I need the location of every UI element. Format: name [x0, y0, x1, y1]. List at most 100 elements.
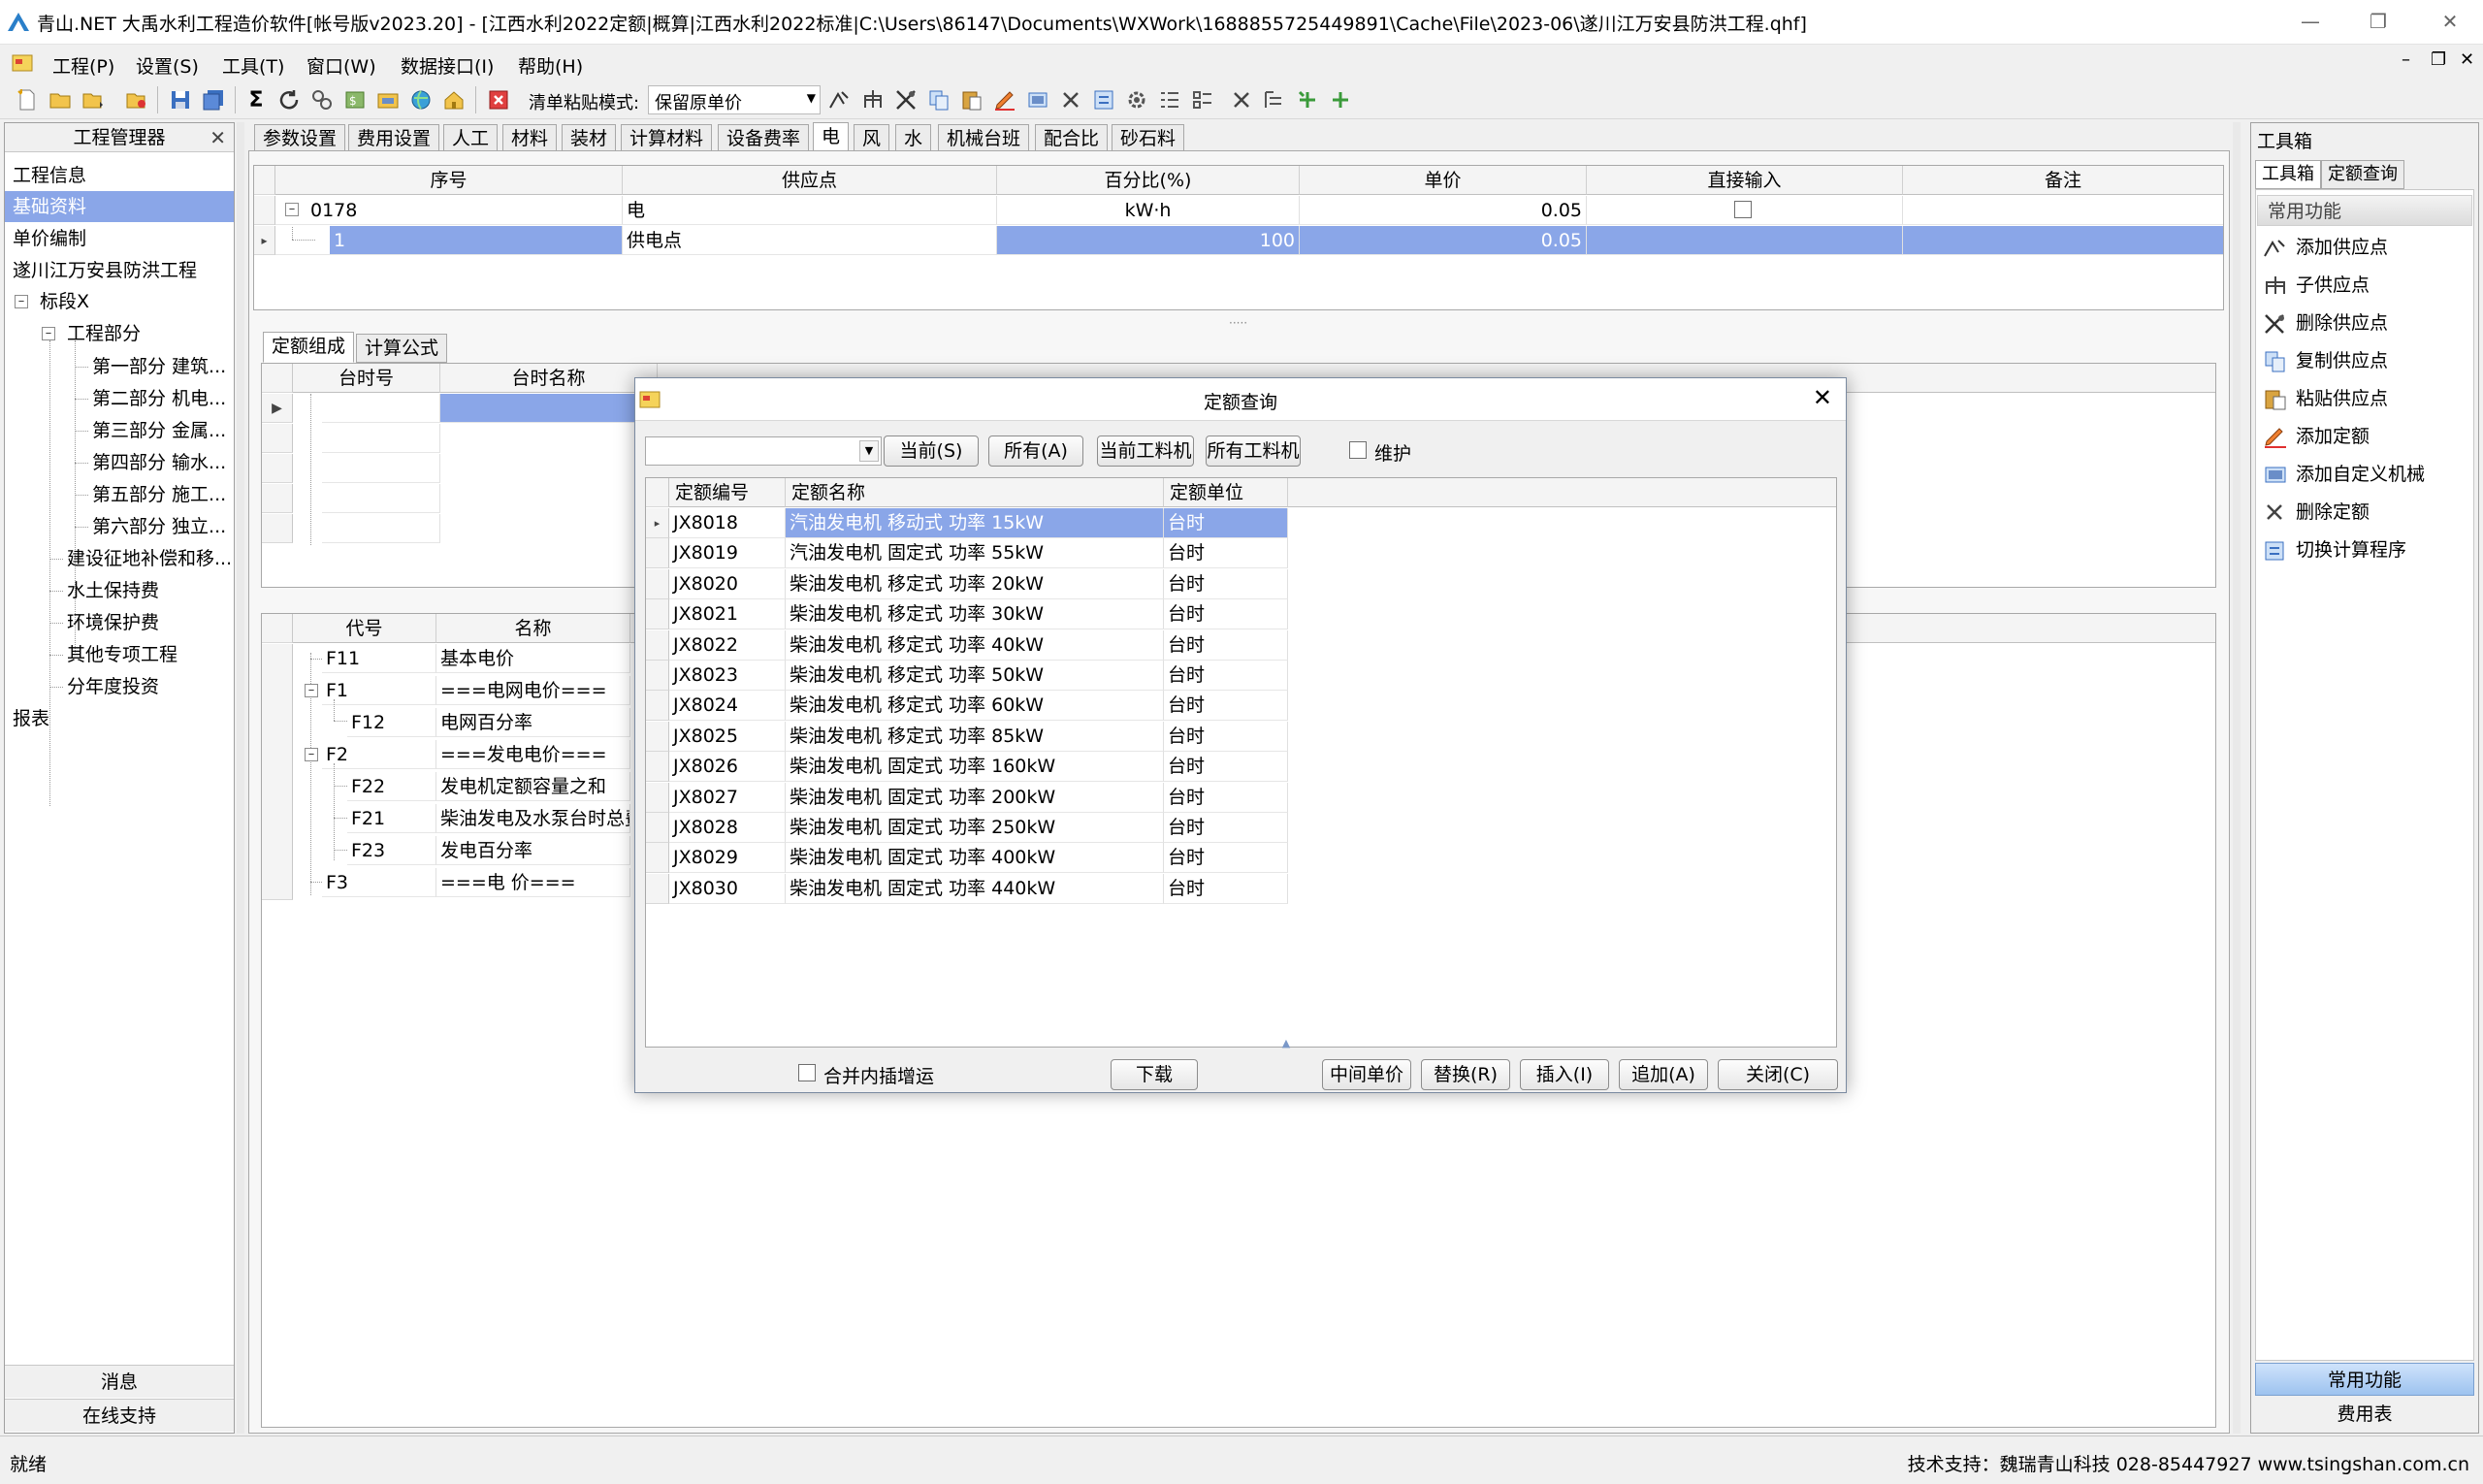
- quota-code[interactable]: JX8023: [669, 661, 786, 691]
- switch-program-item[interactable]: 切换计算程序: [2263, 534, 2406, 565]
- online-support-button[interactable]: 在线支持: [5, 1399, 234, 1432]
- quota-name[interactable]: 柴油发电机 移定式 功率 30kW: [786, 599, 1164, 629]
- direct-input-checkbox[interactable]: [1734, 201, 1752, 218]
- cell-supply-point[interactable]: 供电点: [623, 226, 997, 255]
- cell-price[interactable]: 0.05: [1300, 226, 1587, 255]
- menu-project[interactable]: 工程(P): [52, 52, 114, 79]
- formula-name[interactable]: 电网百分率: [436, 708, 630, 737]
- save-all-icon[interactable]: [200, 86, 227, 113]
- nav-reports[interactable]: 报表: [13, 703, 228, 734]
- all-button[interactable]: 所有(A): [988, 436, 1083, 467]
- formula-code[interactable]: F12: [347, 708, 436, 737]
- nav-engineering-part[interactable]: 工程部分: [67, 318, 228, 349]
- sub-supply-point-icon[interactable]: [859, 86, 887, 113]
- tab-calc-material[interactable]: 计算材料: [621, 124, 713, 153]
- menu-window[interactable]: 窗口(W): [306, 52, 376, 79]
- delete-supply-point-icon[interactable]: [892, 86, 919, 113]
- close-icon[interactable]: ✕: [1813, 384, 1832, 411]
- add-supply-point-item[interactable]: 添加供应点: [2263, 232, 2388, 263]
- paste-mode-select[interactable]: 保留原单价 ▼: [648, 85, 821, 114]
- restore-button[interactable]: ❐: [2359, 8, 2398, 35]
- nav-project-root[interactable]: 遂川江万安县防洪工程: [13, 255, 228, 286]
- merge-interpolation-checkbox[interactable]: [798, 1064, 816, 1081]
- quota-code[interactable]: JX8028: [669, 813, 786, 843]
- quota-unit[interactable]: 台时: [1164, 630, 1288, 661]
- nav-part-2[interactable]: 第二部分 机电...: [92, 383, 228, 414]
- cell-supply-point[interactable]: 电: [623, 196, 997, 225]
- right-splitter[interactable]: [2233, 122, 2241, 1434]
- nav-basic-data[interactable]: 基础资料: [5, 191, 234, 222]
- current-button[interactable]: 当前(S): [884, 436, 979, 467]
- quota-code[interactable]: JX8025: [669, 722, 786, 752]
- exit-icon[interactable]: [485, 86, 512, 113]
- quota-name[interactable]: 柴油发电机 移定式 功率 60kW: [786, 691, 1164, 721]
- table-row[interactable]: – 0178: [275, 196, 623, 225]
- tab-labor[interactable]: 人工: [443, 124, 499, 153]
- cell-percent[interactable]: 100: [997, 226, 1300, 255]
- horizontal-splitter-grip[interactable]: ·····: [1229, 316, 1247, 330]
- tab-formula[interactable]: 计算公式: [356, 334, 448, 363]
- quota-unit[interactable]: 台时: [1164, 661, 1288, 691]
- add-quota-item[interactable]: 添加定额: [2263, 421, 2370, 452]
- col-header-code[interactable]: 代号: [293, 614, 436, 643]
- tab-machine-shift[interactable]: 机械台班: [938, 124, 1030, 153]
- tab-install-material[interactable]: 装材: [562, 124, 617, 153]
- formula-name[interactable]: ===电网电价===: [436, 676, 630, 705]
- sub-supply-point-item[interactable]: 子供应点: [2263, 270, 2370, 301]
- minimize-button[interactable]: —: [2291, 8, 2330, 35]
- paste-supply-point-item[interactable]: 粘贴供应点: [2263, 383, 2388, 414]
- delete-quota-icon[interactable]: [1057, 86, 1084, 113]
- nav-land-compensation[interactable]: 建设征地补偿和移...: [67, 543, 230, 574]
- col-header-quota-name[interactable]: 定额名称: [786, 478, 1164, 507]
- tree-toggle-icon[interactable]: –: [305, 684, 318, 697]
- paste-icon[interactable]: [958, 86, 985, 113]
- custom-machine-icon[interactable]: [1024, 86, 1051, 113]
- chevron-down-icon[interactable]: ▼: [859, 440, 879, 462]
- quota-unit[interactable]: 台时: [1164, 691, 1288, 721]
- collapse-icon[interactable]: [1327, 86, 1354, 113]
- tab-quota-query[interactable]: 定额查询: [2321, 160, 2404, 189]
- tab-wind[interactable]: 风: [854, 124, 890, 153]
- quota-unit[interactable]: 台时: [1164, 813, 1288, 843]
- cell-remark[interactable]: [1903, 196, 2223, 225]
- formula-code[interactable]: F23: [347, 836, 436, 865]
- table-row[interactable]: 1: [275, 226, 623, 255]
- current-materials-button[interactable]: 当前工料机: [1097, 436, 1194, 467]
- table-row[interactable]: [322, 424, 440, 453]
- sum-icon[interactable]: Σ: [242, 86, 270, 113]
- formula-name[interactable]: ===发电电价===: [436, 740, 630, 769]
- quota-unit[interactable]: 台时: [1164, 538, 1288, 568]
- tree-toggle-icon[interactable]: –: [285, 203, 299, 216]
- splitter-grip[interactable]: ▲: [1189, 1037, 1383, 1049]
- quota-name[interactable]: 柴油发电机 固定式 功率 160kW: [786, 752, 1164, 782]
- quota-name[interactable]: 柴油发电机 固定式 功率 440kW: [786, 874, 1164, 904]
- mdi-close-button[interactable]: ✕: [2460, 49, 2474, 70]
- cell-price[interactable]: 0.05: [1300, 196, 1587, 225]
- quota-code[interactable]: JX8024: [669, 691, 786, 721]
- tab-mix-ratio[interactable]: 配合比: [1035, 124, 1109, 153]
- col-header-machine-no[interactable]: 台时号: [293, 364, 440, 393]
- common-functions-button[interactable]: 常用功能: [2255, 1363, 2474, 1396]
- tab-electricity[interactable]: 电: [813, 122, 850, 153]
- quota-name[interactable]: 柴油发电机 移定式 功率 50kW: [786, 661, 1164, 691]
- open-recent-icon[interactable]: [80, 86, 107, 113]
- cell-remark[interactable]: [1903, 226, 2223, 255]
- formula-code[interactable]: F3: [322, 868, 436, 897]
- quota-code[interactable]: JX8026: [669, 752, 786, 782]
- add-supply-point-icon[interactable]: [826, 86, 854, 113]
- quota-code[interactable]: JX8020: [669, 569, 786, 599]
- formula-name[interactable]: ===电 价===: [436, 868, 630, 897]
- maintain-checkbox[interactable]: [1349, 441, 1367, 459]
- tab-material[interactable]: 材料: [502, 124, 558, 153]
- messages-button[interactable]: 消息: [5, 1365, 234, 1398]
- tab-water[interactable]: 水: [895, 124, 932, 153]
- nav-part-6[interactable]: 第六部分 独立...: [92, 511, 228, 542]
- quota-code[interactable]: JX8018: [669, 508, 786, 538]
- nav-annual-investment[interactable]: 分年度投资: [67, 671, 228, 702]
- nav-section-x[interactable]: 标段X: [40, 286, 224, 317]
- replace-button[interactable]: 替换(R): [1421, 1059, 1510, 1090]
- menu-help[interactable]: 帮助(H): [518, 52, 583, 79]
- quota-unit[interactable]: 台时: [1164, 569, 1288, 599]
- quota-unit[interactable]: 台时: [1164, 874, 1288, 904]
- append-button[interactable]: 追加(A): [1619, 1059, 1708, 1090]
